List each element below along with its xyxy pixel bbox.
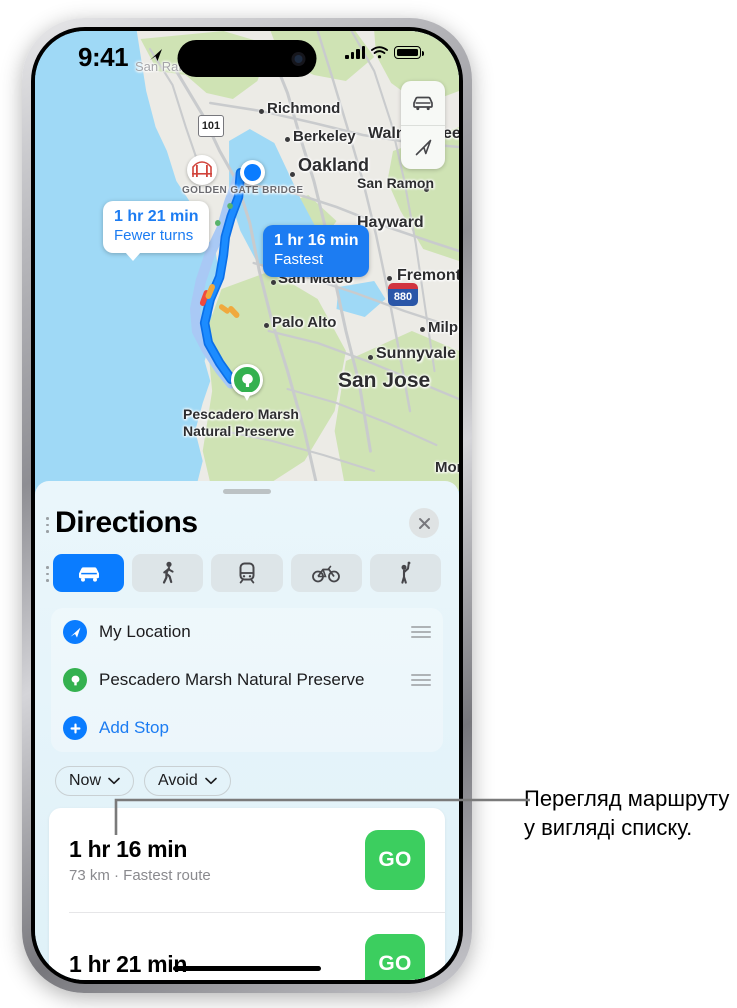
mode-driving[interactable] [53, 554, 125, 592]
route-details: 73 km · Fastest route [69, 867, 211, 884]
map-city-dot [387, 276, 392, 281]
golden-gate-bridge-marker[interactable] [187, 155, 217, 185]
go-button[interactable]: GO [365, 934, 425, 980]
callout-label: Fastest [274, 250, 324, 268]
route-duration: 1 hr 16 min [69, 836, 188, 862]
map-city-dot [368, 355, 373, 360]
mode-transit[interactable] [211, 554, 283, 592]
directions-sheet: Directions My Location Pescadero Marsh N… [35, 481, 459, 980]
phone-bezel: San Rafael Richmond Berkeley Walnut Cree… [31, 27, 463, 984]
map-city-dot [259, 109, 264, 114]
tree-icon [241, 373, 253, 387]
phone-frame: San Rafael Richmond Berkeley Walnut Cree… [22, 18, 472, 993]
map-recenter-button[interactable] [401, 125, 445, 169]
reorder-handle[interactable] [411, 674, 431, 686]
navigation-arrow-icon [415, 139, 432, 155]
add-stop-label: Add Stop [99, 718, 169, 737]
bridge-icon [192, 161, 212, 177]
route-info: 1 hr 21 min [69, 951, 187, 978]
route-fields: My Location Pescadero Marsh Natural Pres… [46, 517, 443, 752]
departure-time-chip[interactable]: Now [55, 766, 135, 796]
reorder-handle[interactable] [411, 626, 431, 638]
map-city-dot [420, 327, 425, 332]
sheet-header: Directions [35, 494, 459, 540]
avoid-options-chip[interactable]: Avoid [144, 766, 231, 796]
map-city-dot [290, 172, 295, 177]
route-callout-fastest[interactable]: 1 hr 16 min Fastest [263, 225, 370, 277]
map-mode-driving-button[interactable] [401, 81, 445, 125]
tree-pin-icon [63, 668, 87, 692]
route-option-row[interactable]: 1 hr 16 min 73 km · Fastest route GO [49, 808, 445, 912]
route-connector-dots [46, 566, 49, 582]
callout-label: Fewer turns [114, 226, 194, 244]
chip-label: Now [69, 772, 102, 789]
arrow-glyph [70, 627, 80, 638]
route-callout-alternative[interactable]: 1 hr 21 min Fewer turns [103, 201, 210, 261]
bicycle-icon [312, 565, 341, 583]
callout-duration: 1 hr 21 min [114, 208, 199, 225]
plus-glyph [70, 723, 80, 733]
origin-field[interactable]: My Location [63, 608, 431, 656]
car-icon [78, 566, 99, 582]
map-view[interactable]: San Rafael Richmond Berkeley Walnut Cree… [35, 31, 459, 491]
callout-duration: 1 hr 16 min [274, 232, 359, 249]
mode-cycling[interactable] [290, 554, 362, 592]
route-duration: 1 hr 21 min [69, 950, 188, 977]
mode-walking[interactable] [132, 554, 204, 592]
map-city-dot [424, 187, 429, 192]
transport-modes [35, 540, 459, 592]
close-x-icon [418, 517, 430, 529]
user-location-dot [240, 160, 265, 185]
map-city-dot [285, 137, 290, 142]
plus-icon [63, 716, 87, 740]
highway-shield-101: 101 [198, 115, 224, 137]
origin-text: My Location [99, 622, 191, 641]
destination-pin[interactable] [231, 364, 263, 404]
mode-rideshare[interactable] [369, 554, 442, 592]
add-stop-row[interactable]: Add Stop [63, 704, 431, 752]
map-city-dot [264, 323, 269, 328]
go-button[interactable]: GO [365, 830, 425, 890]
highway-shield-880: 880 [388, 283, 418, 306]
close-button[interactable] [409, 508, 439, 538]
route-info: 1 hr 16 min 73 km · Fastest route [69, 836, 211, 884]
map-city-dot [271, 280, 276, 285]
page-title: Directions [55, 506, 198, 539]
filter-chips: Now Avoid [35, 752, 459, 796]
walking-icon [162, 561, 174, 584]
map-terrain [136, 31, 459, 491]
rideshare-person-icon [401, 561, 411, 584]
destination-text: Pescadero Marsh Natural Preserve [99, 670, 365, 689]
chevron-down-icon [204, 777, 217, 785]
tree-glyph [71, 675, 79, 685]
home-indicator[interactable] [173, 966, 321, 971]
destination-field[interactable]: Pescadero Marsh Natural Preserve [63, 656, 431, 704]
map-controls [401, 81, 445, 169]
screenshot-root: San Rafael Richmond Berkeley Walnut Cree… [0, 0, 737, 1008]
route-connector-dots [46, 517, 49, 533]
train-icon [239, 562, 255, 584]
routes-list: 1 hr 16 min 73 km · Fastest route GO 1 h… [49, 808, 445, 980]
chevron-down-icon [108, 777, 120, 785]
car-icon [413, 96, 433, 111]
phone-screen: San Rafael Richmond Berkeley Walnut Cree… [35, 31, 459, 980]
location-arrow-icon [63, 620, 87, 644]
chip-label: Avoid [158, 772, 198, 789]
annotation-text: Перегляд маршруту у вигляді списку. [524, 786, 730, 841]
